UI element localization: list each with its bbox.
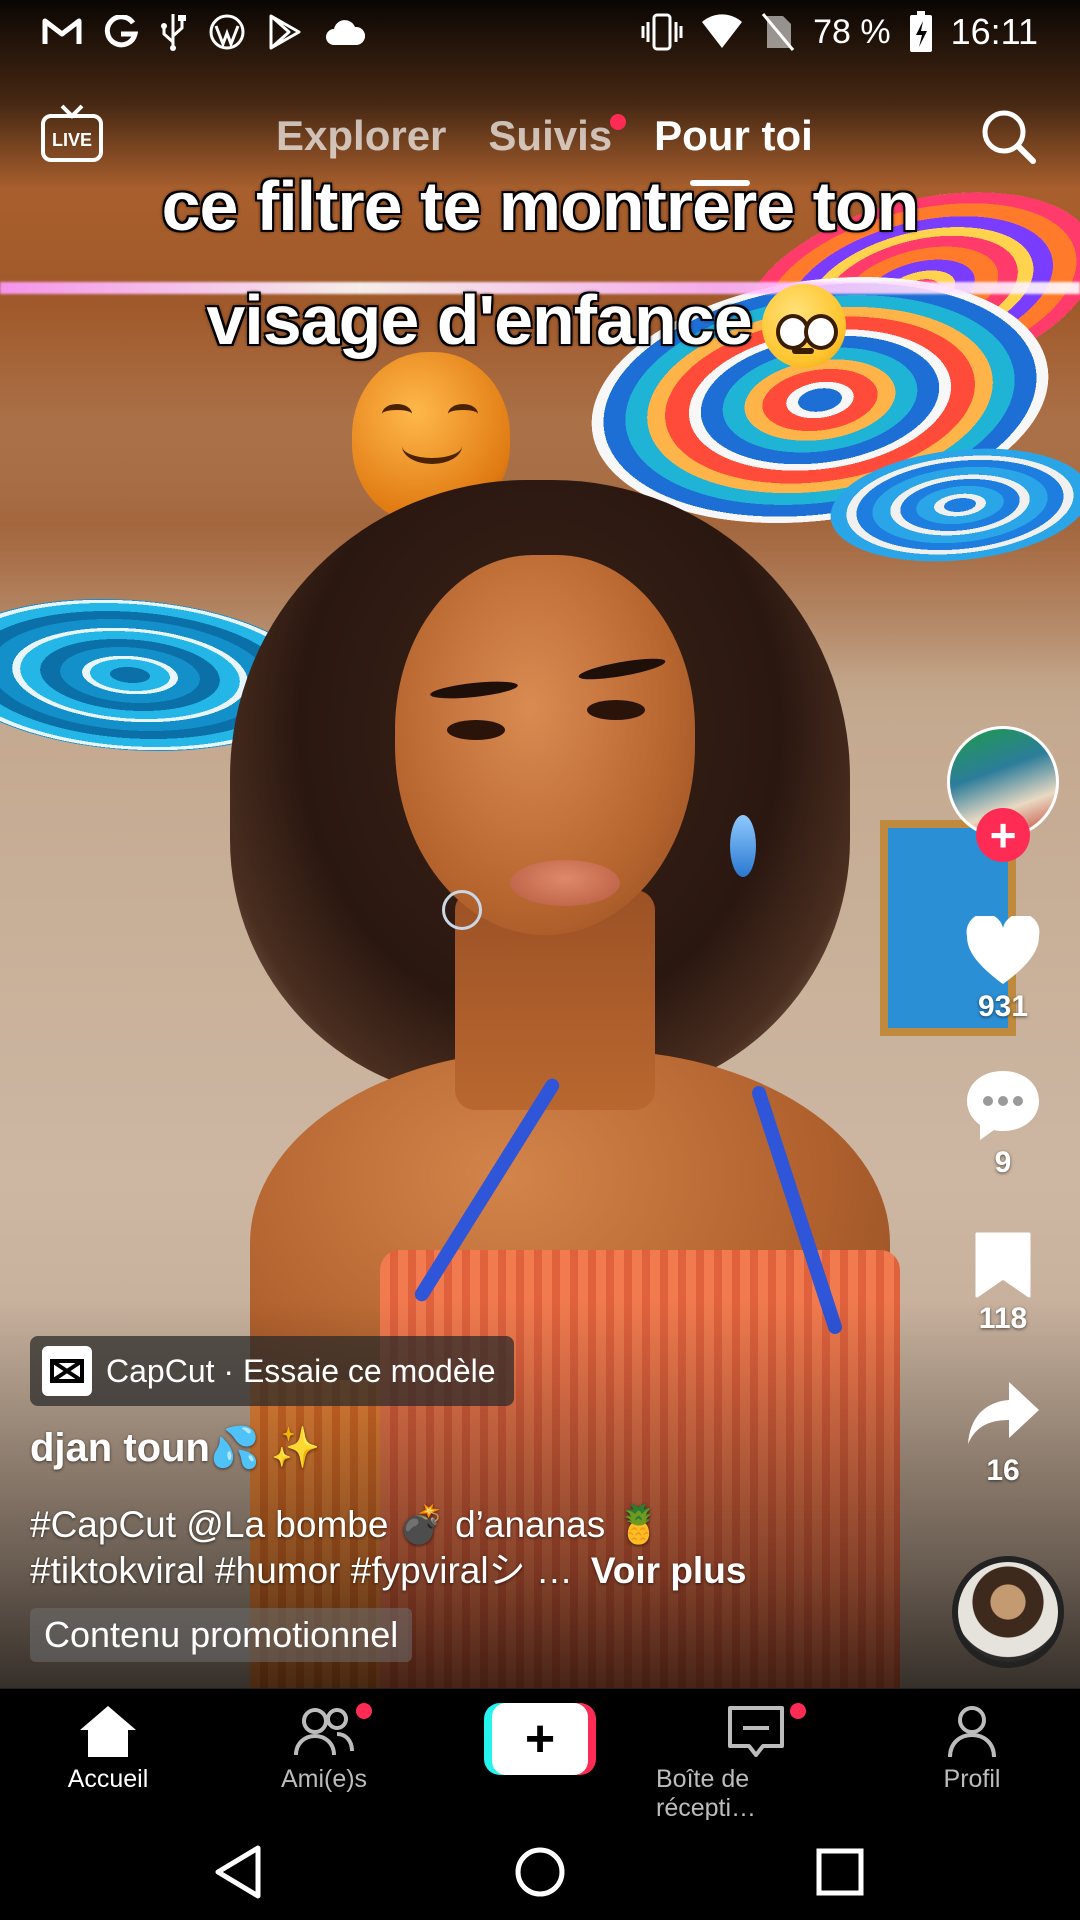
comment-bubble-icon[interactable]	[964, 1068, 1042, 1142]
wifi-icon	[702, 14, 743, 48]
no-sim-icon	[761, 13, 795, 51]
status-bar-notification-icons	[42, 10, 366, 54]
wordpress-icon	[209, 14, 245, 50]
capcut-icon	[42, 1346, 92, 1396]
nav-friends[interactable]: Ami(e)s	[224, 1703, 424, 1794]
description-line: #CapCut @La bombe 💣 d’ananas 🍍	[30, 1504, 662, 1545]
active-tab-indicator	[690, 180, 750, 186]
comment-action[interactable]: 9	[946, 1068, 1060, 1180]
tab-explorer[interactable]: Explorer	[276, 112, 446, 160]
inbox-message-icon	[728, 1706, 784, 1757]
nav-profile-label: Profil	[943, 1765, 1001, 1793]
bookmark-icon[interactable]	[973, 1230, 1033, 1298]
video-caption-line-2: visage d'enfance	[0, 280, 1066, 368]
tab-for-you[interactable]: Pour toi	[654, 112, 813, 160]
notification-dot	[610, 114, 627, 130]
description-line-2: #tiktokviral #humor #fypviralシ … Voir plu…	[30, 1548, 910, 1594]
play-store-icon	[269, 14, 301, 50]
video-caption-line-1: ce filtre te montrere ton	[0, 166, 1080, 246]
friends-icon	[294, 1708, 354, 1756]
sound-disc[interactable]	[952, 1556, 1064, 1668]
video-person-eye	[447, 720, 505, 740]
friends-notification-dot	[356, 1703, 372, 1719]
bookmark-action[interactable]: 118	[946, 1230, 1060, 1336]
video-person-earring	[730, 815, 756, 877]
nav-home[interactable]: Accueil	[8, 1703, 208, 1794]
live-tv-icon[interactable]: LIVE	[40, 104, 104, 164]
feed-tabs: Explorer Suivis Pour toi	[276, 106, 813, 166]
cloud-icon	[326, 20, 366, 45]
tab-following[interactable]: Suivis	[488, 112, 627, 160]
like-action[interactable]: 931	[946, 916, 1060, 1024]
nav-friends-label: Ami(e)s	[280, 1765, 368, 1793]
tab-following-label: Suivis	[488, 112, 613, 159]
comment-count: 9	[994, 1146, 1012, 1179]
battery-charging-icon	[909, 11, 932, 52]
home-circle-icon[interactable]	[510, 1842, 570, 1902]
like-count: 931	[977, 990, 1029, 1023]
pleading-face-icon	[761, 283, 846, 368]
video-description: #CapCut @La bombe 💣 d’ananas 🍍 #tiktokvi…	[30, 1502, 910, 1594]
system-navigation-bar	[0, 1820, 1080, 1920]
home-icon	[80, 1706, 136, 1757]
google-icon	[104, 15, 138, 48]
recents-square-icon[interactable]	[810, 1842, 870, 1902]
nav-inbox[interactable]: Boîte de récepti…	[656, 1703, 856, 1823]
share-arrow-icon[interactable]	[965, 1378, 1041, 1450]
nav-home-label: Accueil	[67, 1765, 149, 1793]
tiktok-screen: ce filtre te montrere ton visage d'enfan…	[0, 0, 1080, 1920]
profile-icon	[948, 1706, 996, 1758]
gmail-icon	[42, 18, 82, 44]
caption-text: ce filtre te montrere ton	[161, 167, 920, 245]
create-video-button[interactable]: +	[484, 1703, 596, 1775]
caption-text: visage d'enfance	[206, 281, 752, 359]
nav-inbox-label: Boîte de récepti…	[656, 1765, 757, 1822]
video-person-eye	[587, 700, 645, 720]
heart-icon[interactable]	[965, 916, 1041, 986]
video-person-earring	[442, 890, 482, 930]
share-count: 16	[986, 1454, 1020, 1487]
inbox-notification-dot	[790, 1703, 806, 1719]
see-more-link[interactable]: Voir plus	[591, 1550, 747, 1591]
description-line: #tiktokviral #humor #fypviralシ …	[30, 1550, 573, 1591]
back-icon[interactable]	[210, 1842, 270, 1902]
plus-icon: +	[492, 1703, 588, 1775]
promo-label: Contenu promotionnel	[44, 1614, 399, 1655]
live-label: LIVE	[52, 130, 92, 150]
battery-percent: 78 %	[813, 12, 891, 51]
bottom-navigation: Accueil Ami(e)s + Boîte de récepti… Prof…	[0, 1688, 1080, 1823]
nav-profile[interactable]: Profil	[872, 1703, 1072, 1794]
follow-plus-button[interactable]: +	[976, 808, 1030, 862]
status-bar-system-icons: 78 % 16:11	[641, 10, 1038, 54]
bookmark-count: 118	[978, 1302, 1028, 1335]
search-icon[interactable]	[978, 106, 1038, 166]
plus-icon: +	[989, 809, 1017, 861]
capcut-template-chip[interactable]: CapCut · Essaie ce modèle	[30, 1336, 514, 1406]
vibrate-icon	[641, 13, 683, 51]
capcut-chip-label: CapCut · Essaie ce modèle	[106, 1352, 496, 1389]
usb-icon	[161, 14, 186, 51]
status-bar: 78 % 16:11	[0, 0, 1080, 64]
promotional-content-badge: Contenu promotionnel	[30, 1608, 413, 1662]
clock: 16:11	[950, 11, 1038, 52]
author-name[interactable]: djan toun💦 ✨	[30, 1424, 321, 1471]
video-person-lips	[510, 860, 620, 906]
share-action[interactable]: 16	[946, 1378, 1060, 1488]
